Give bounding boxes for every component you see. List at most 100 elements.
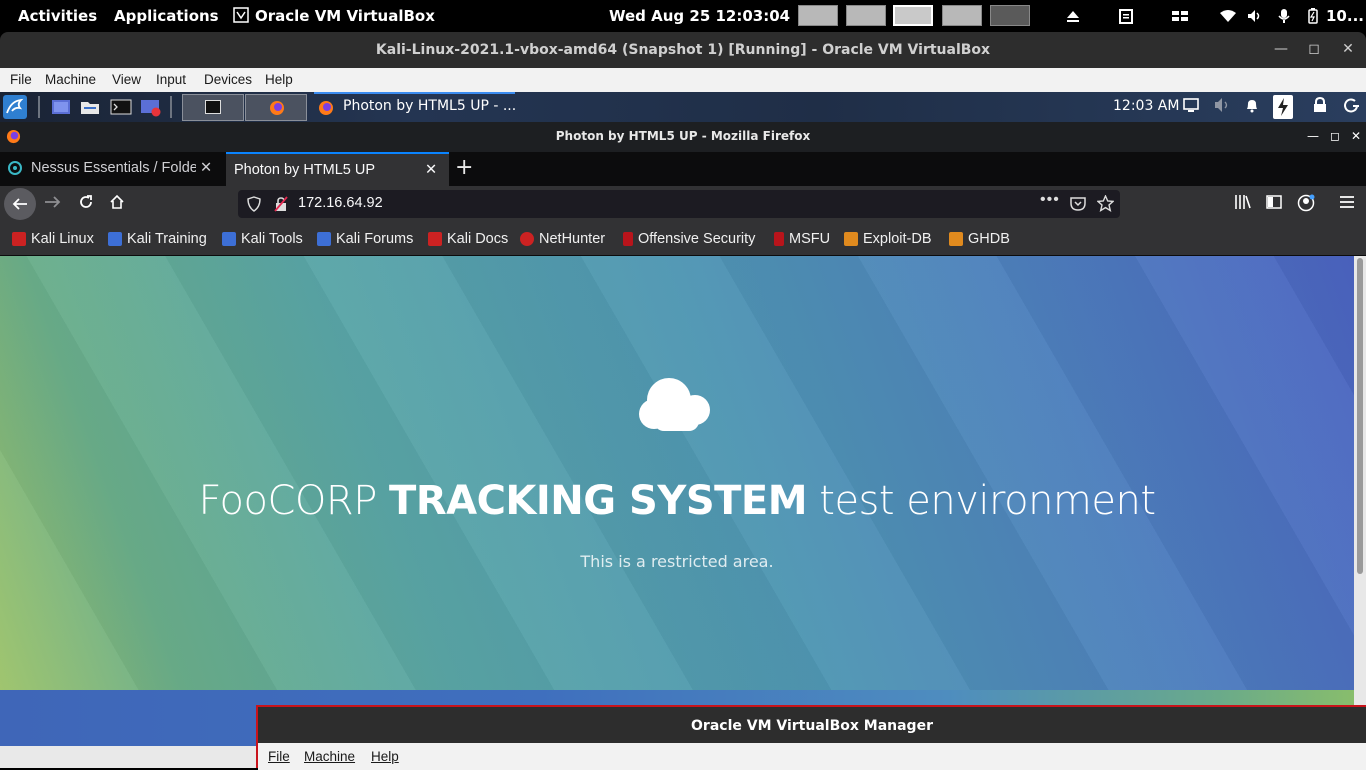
bookmark-exploit-db[interactable]: Exploit-DB	[844, 231, 932, 247]
app-menu[interactable]: Oracle VM VirtualBox	[233, 7, 435, 25]
workspace-2[interactable]	[846, 5, 886, 26]
reload-button[interactable]	[76, 194, 96, 214]
tab-close-icon[interactable]: ✕	[200, 152, 212, 184]
display-icon[interactable]	[1183, 97, 1203, 117]
wifi-icon[interactable]	[1219, 7, 1237, 25]
vbox-manager-window[interactable]: Oracle VM VirtualBox Manager File Machin…	[256, 705, 1366, 770]
url-text: 172.16.64.92	[298, 195, 383, 211]
ff-maximize-button[interactable]: ◻	[1330, 122, 1340, 150]
gnome-top-bar: Activities Applications Oracle VM Virtua…	[0, 0, 1366, 32]
page-scrollbar[interactable]	[1354, 256, 1366, 746]
panel-clock[interactable]: 12:03 AM	[1113, 98, 1179, 114]
minimize-button[interactable]: —	[1266, 32, 1296, 68]
bookmark-nethunter[interactable]: NetHunter	[520, 231, 605, 247]
home-button[interactable]	[107, 194, 127, 214]
page-subheading: This is a restricted area.	[580, 552, 774, 571]
vbox-manager-title: Oracle VM VirtualBox Manager	[691, 718, 933, 734]
taskbar-item-label: Photon by HTML5 UP - ...	[343, 98, 517, 114]
bookmark-kali-linux[interactable]: Kali Linux	[12, 231, 94, 247]
url-bar[interactable]: 172.16.64.92 •••	[238, 190, 1120, 218]
logout-icon[interactable]	[1342, 97, 1362, 117]
tab-photon[interactable]: Photon by HTML5 UP ✕	[226, 152, 449, 186]
bookmark-kali-training[interactable]: Kali Training	[108, 231, 207, 247]
menu-machine[interactable]: Machine	[45, 72, 96, 87]
insecure-lock-icon[interactable]	[274, 196, 288, 212]
clock[interactable]: Wed Aug 25 12:03:04	[609, 7, 790, 25]
battery-icon[interactable]	[1304, 7, 1322, 25]
new-tab-button[interactable]: +	[455, 155, 473, 180]
power-manager-icon[interactable]	[1273, 95, 1293, 119]
bookmark-kali-forums[interactable]: Kali Forums	[317, 231, 413, 247]
bookmark-ghdb[interactable]: GHDB	[949, 231, 1010, 247]
terminal-icon[interactable]	[110, 97, 132, 117]
menu-devices[interactable]: Devices	[204, 72, 252, 87]
workspace-terminal-button[interactable]	[182, 94, 244, 121]
tab-close-icon[interactable]: ✕	[425, 154, 437, 186]
bookmark-kali-docs[interactable]: Kali Docs	[428, 231, 508, 247]
close-button[interactable]: ✕	[1333, 32, 1363, 68]
screen-recorder-icon[interactable]	[140, 97, 161, 117]
page-headline: FooCORP TRACKING SYSTEM test environment	[198, 478, 1156, 524]
desktop-icon[interactable]	[51, 97, 71, 117]
menu-input[interactable]: Input	[156, 72, 186, 87]
firefox-nav-bar: 172.16.64.92 •••	[0, 186, 1366, 222]
nethunter-icon	[520, 232, 534, 246]
account-icon[interactable]	[1296, 194, 1316, 214]
pocket-icon[interactable]	[1070, 196, 1086, 212]
sidebar-icon[interactable]	[1264, 194, 1284, 214]
notifications-icon[interactable]	[1244, 97, 1264, 117]
mgr-menu-file[interactable]: File	[268, 749, 290, 764]
hamburger-menu-icon[interactable]	[1337, 194, 1357, 214]
kali-training-icon	[108, 232, 122, 246]
kali-dragon-icon	[12, 232, 26, 246]
ff-minimize-button[interactable]: —	[1307, 122, 1319, 150]
firefox-taskbar-item[interactable]: Photon by HTML5 UP - ...	[314, 92, 517, 122]
workspace-3[interactable]	[893, 5, 933, 26]
battery-percent[interactable]: 10...	[1326, 7, 1364, 25]
file-manager-icon[interactable]	[80, 97, 100, 117]
menu-file[interactable]: File	[10, 72, 32, 87]
bookmark-star-icon[interactable]	[1097, 195, 1114, 212]
maximize-button[interactable]: ◻	[1299, 32, 1329, 68]
exploit-db-spider-icon	[844, 232, 858, 246]
firefox-titlebar[interactable]: Photon by HTML5 UP - Mozilla Firefox — ◻…	[0, 122, 1366, 152]
workspace-4[interactable]	[942, 5, 982, 26]
volume-icon[interactable]	[1246, 7, 1264, 25]
mgr-menu-help[interactable]: Help	[371, 749, 399, 764]
tab-label: Nessus Essentials / Folde	[31, 160, 196, 176]
vbox-manager-menu-bar: File Machine Help	[258, 743, 1366, 770]
activities-button[interactable]: Activities	[18, 7, 97, 25]
workspace-5[interactable]	[990, 5, 1030, 26]
menu-view[interactable]: View	[112, 72, 141, 87]
clipboard-icon[interactable]	[1117, 7, 1135, 25]
back-button[interactable]	[4, 188, 36, 220]
tracking-shield-icon[interactable]	[247, 196, 261, 212]
menu-help[interactable]: Help	[265, 72, 293, 87]
ff-close-button[interactable]: ✕	[1351, 122, 1361, 150]
eject-icon[interactable]	[1064, 7, 1082, 25]
layout-icon[interactable]	[1171, 7, 1189, 25]
forward-button[interactable]	[43, 194, 63, 214]
bookmark-msfu[interactable]: MSFU	[774, 231, 830, 247]
microphone-icon[interactable]	[1275, 7, 1293, 25]
tab-label: Photon by HTML5 UP	[234, 162, 376, 178]
applications-menu[interactable]: Applications	[114, 7, 219, 25]
tab-nessus[interactable]: Nessus Essentials / Folde ✕	[0, 152, 224, 186]
page-actions-icon[interactable]: •••	[1040, 191, 1060, 209]
volume-muted-icon[interactable]	[1214, 97, 1234, 117]
scrollbar-thumb[interactable]	[1357, 258, 1363, 574]
mgr-menu-machine[interactable]: Machine	[304, 749, 355, 764]
firefox-window-title: Photon by HTML5 UP - Mozilla Firefox	[555, 129, 811, 143]
bookmark-kali-tools[interactable]: Kali Tools	[222, 231, 303, 247]
kali-forums-icon	[317, 232, 331, 246]
lock-icon[interactable]	[1312, 96, 1332, 117]
kali-menu-icon[interactable]	[3, 95, 27, 119]
vbox-window-titlebar[interactable]: Kali-Linux-2021.1-vbox-amd64 (Snapshot 1…	[0, 32, 1366, 68]
back-arrow-icon	[12, 198, 27, 210]
workspace-firefox-button[interactable]	[245, 94, 307, 121]
virtualbox-icon	[233, 7, 249, 23]
library-icon[interactable]	[1233, 194, 1253, 214]
workspace-1[interactable]	[798, 5, 838, 26]
panel-separator	[38, 96, 40, 118]
bookmark-offensive-security[interactable]: Offensive Security	[623, 231, 755, 247]
